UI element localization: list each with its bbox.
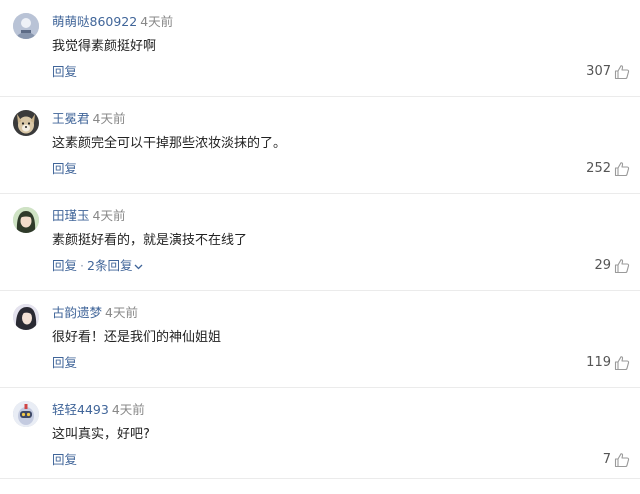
- avatar-image: [13, 401, 39, 427]
- like-button[interactable]: 307: [586, 62, 630, 82]
- view-replies-label: 2条回复: [87, 258, 133, 273]
- timestamp: 4天前: [92, 111, 126, 126]
- comment-item: 轻轻4493 4天前 这叫真实，好吧? 回复 7: [0, 388, 640, 485]
- like-button[interactable]: 29: [594, 256, 630, 276]
- timestamp: 4天前: [92, 208, 126, 223]
- comment-meta: 轻轻4493 4天前: [52, 401, 145, 419]
- comment-text: 这素颜完全可以干掉那些浓妆淡抹的了。: [52, 136, 287, 151]
- username[interactable]: 田瑾玉: [52, 208, 90, 223]
- comment-meta: 古韵遗梦 4天前: [52, 304, 138, 322]
- divider: [0, 478, 640, 479]
- comment-meta: 萌萌哒860922 4天前: [52, 13, 173, 31]
- like-button[interactable]: 119: [586, 353, 630, 373]
- like-button[interactable]: 7: [603, 450, 630, 470]
- username[interactable]: 王冕君: [52, 111, 90, 126]
- like-count: 119: [586, 355, 611, 370]
- comment-actions: 回复 · 2条回复: [52, 257, 143, 275]
- comment-item: 王冕君 4天前 这素颜完全可以干掉那些浓妆淡抹的了。 回复 252: [0, 97, 640, 194]
- avatar[interactable]: [13, 110, 39, 136]
- like-count: 29: [594, 258, 611, 273]
- like-count: 307: [586, 64, 611, 79]
- comment-item: 古韵遗梦 4天前 很好看！还是我们的神仙姐姐 回复 119: [0, 291, 640, 388]
- comment-actions: 回复: [52, 354, 77, 372]
- like-button[interactable]: 252: [586, 159, 630, 179]
- avatar[interactable]: [13, 13, 39, 39]
- like-count: 252: [586, 161, 611, 176]
- reply-button[interactable]: 回复: [52, 64, 77, 79]
- separator-dot: ·: [80, 258, 84, 273]
- comment-text: 素颜挺好看的，就是演技不在线了: [52, 233, 248, 248]
- comment-meta: 王冕君 4天前: [52, 110, 125, 128]
- thumbs-up-outline-icon: [614, 258, 630, 274]
- avatar-image: [13, 110, 39, 136]
- username[interactable]: 萌萌哒860922: [52, 14, 137, 29]
- avatar[interactable]: [13, 304, 39, 330]
- thumbs-up-outline-icon: [614, 64, 630, 80]
- comment-text: 很好看！还是我们的神仙姐姐: [52, 330, 222, 345]
- comment-item: 萌萌哒860922 4天前 我觉得素颜挺好啊 回复 307: [0, 0, 640, 97]
- comment-item: 田瑾玉 4天前 素颜挺好看的，就是演技不在线了 回复 · 2条回复 29: [0, 194, 640, 291]
- timestamp: 4天前: [105, 305, 138, 320]
- reply-button[interactable]: 回复: [52, 161, 77, 176]
- avatar[interactable]: [13, 207, 39, 233]
- username[interactable]: 轻轻4493: [52, 402, 109, 417]
- thumbs-up-outline-icon: [614, 355, 630, 371]
- avatar-image: [13, 207, 39, 233]
- chevron-down-icon: [134, 257, 143, 275]
- comment-meta: 田瑾玉 4天前: [52, 207, 125, 225]
- reply-button[interactable]: 回复: [52, 258, 77, 273]
- view-replies-button[interactable]: 2条回复: [87, 258, 143, 273]
- avatar-image: [13, 13, 39, 39]
- timestamp: 4天前: [140, 14, 174, 29]
- thumbs-up-outline-icon: [614, 161, 630, 177]
- comment-actions: 回复: [52, 160, 77, 178]
- username[interactable]: 古韵遗梦: [52, 305, 102, 320]
- avatar[interactable]: [13, 401, 39, 427]
- comment-actions: 回复: [52, 63, 77, 81]
- comment-text: 我觉得素颜挺好啊: [52, 39, 157, 54]
- comment-actions: 回复: [52, 451, 77, 469]
- comment-text: 这叫真实，好吧?: [52, 427, 150, 442]
- avatar-image: [13, 304, 39, 330]
- like-count: 7: [602, 452, 611, 467]
- timestamp: 4天前: [111, 402, 145, 417]
- thumbs-up-outline-icon: [614, 452, 630, 468]
- reply-button[interactable]: 回复: [52, 355, 77, 370]
- reply-button[interactable]: 回复: [52, 452, 77, 467]
